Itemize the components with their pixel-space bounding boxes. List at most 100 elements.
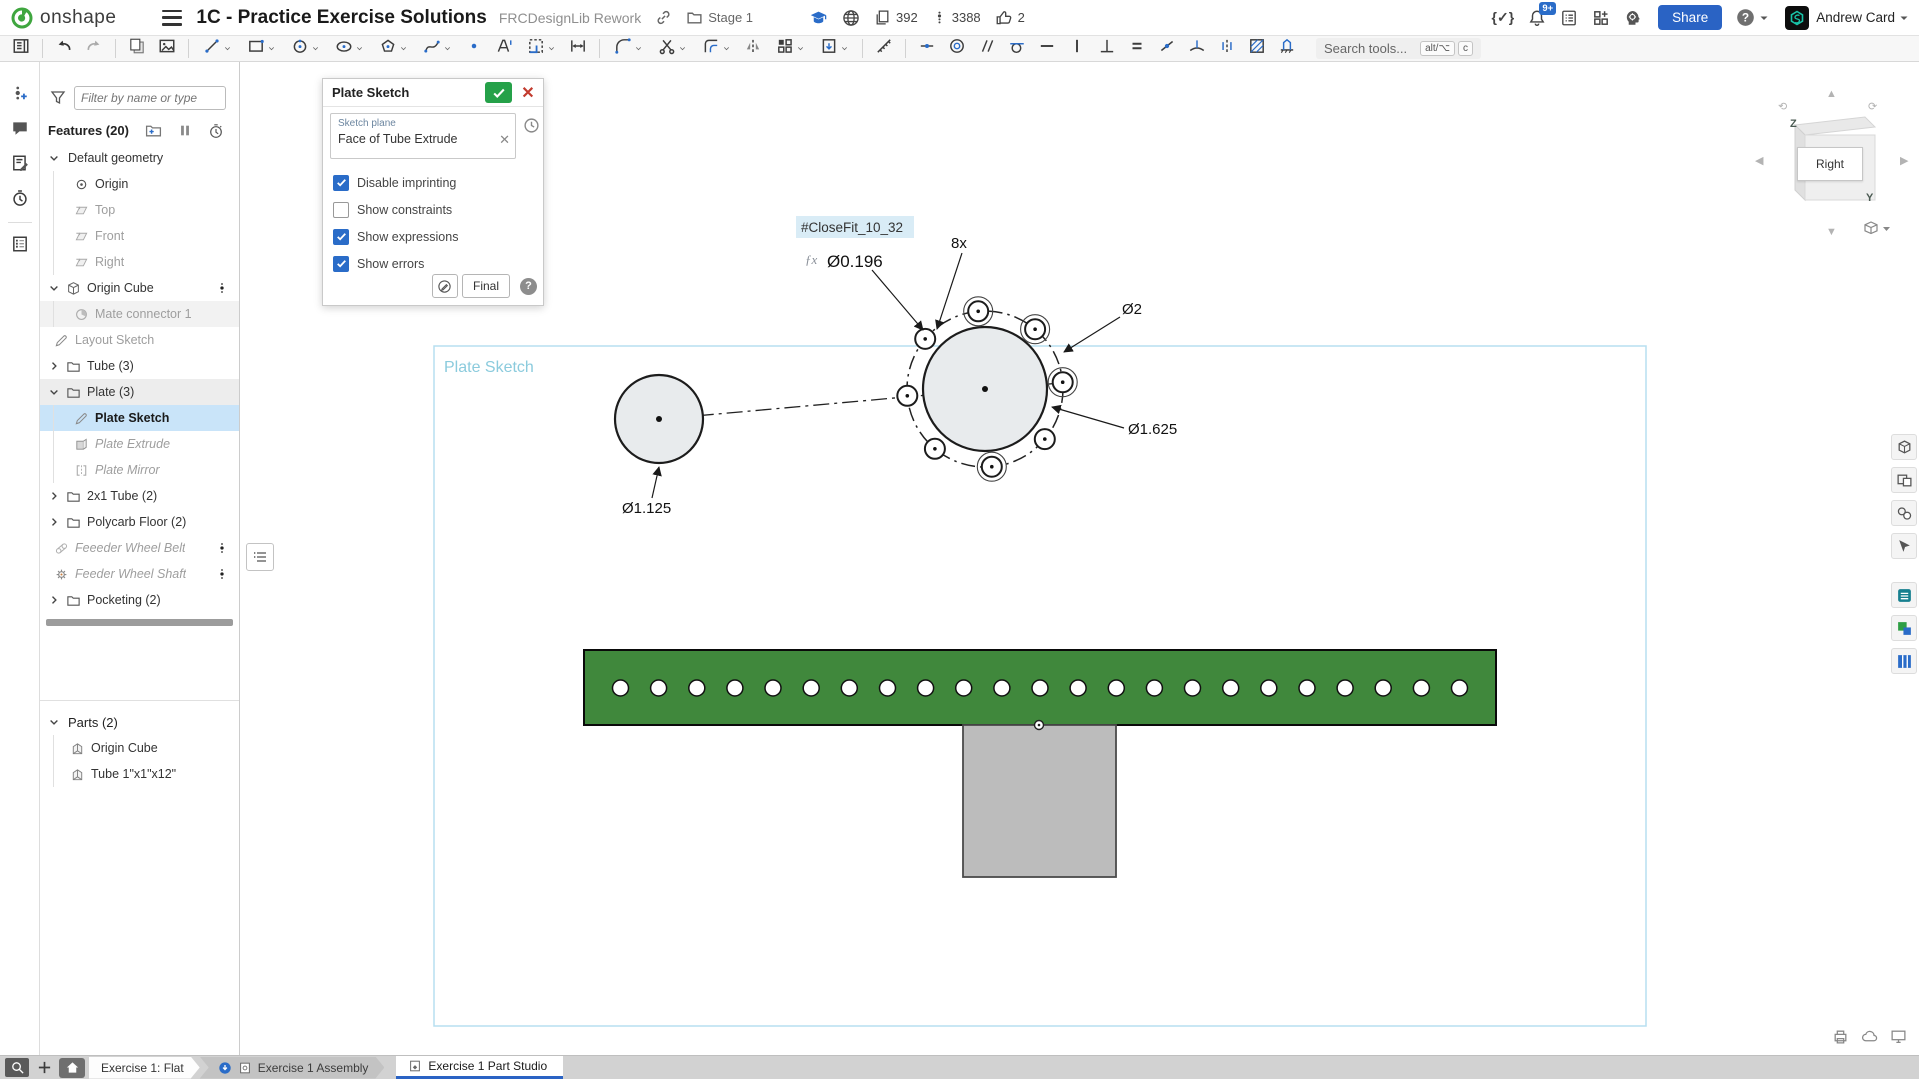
- plate-hole[interactable]: [841, 680, 857, 696]
- text-tool-button[interactable]: [490, 37, 518, 60]
- likes-icon[interactable]: [995, 9, 1013, 27]
- symmetric-tool-button[interactable]: [1213, 37, 1241, 60]
- plate-hole[interactable]: [689, 680, 705, 696]
- dropdown-caret-icon[interactable]: [722, 40, 731, 58]
- final-preview-icon[interactable]: [432, 274, 458, 298]
- help-caret-icon[interactable]: [1759, 13, 1769, 23]
- feature-row[interactable]: Top: [40, 197, 239, 223]
- clear-selection-icon[interactable]: ✕: [499, 132, 510, 148]
- plate-hole[interactable]: [1108, 680, 1124, 696]
- dropdown-caret-icon[interactable]: [223, 40, 232, 58]
- feature-row[interactable]: Origin Cube: [40, 275, 239, 301]
- plate-hole[interactable]: [1299, 680, 1315, 696]
- part-row[interactable]: Origin Cube: [40, 735, 239, 761]
- plate-hole[interactable]: [803, 680, 819, 696]
- dialog-help-icon[interactable]: ?: [520, 278, 537, 295]
- user-caret-icon[interactable]: [1899, 13, 1909, 23]
- fillet-tool-button[interactable]: [607, 37, 649, 60]
- chevron-down-icon[interactable]: [46, 386, 62, 398]
- sketch-plane-field[interactable]: Sketch plane Face of Tube Extrude ✕: [330, 113, 516, 159]
- dropdown-caret-icon[interactable]: [399, 40, 408, 58]
- feature-row[interactable]: Plate Mirror: [40, 457, 239, 483]
- midpoint-tool-button[interactable]: [1153, 37, 1181, 60]
- plate-hole[interactable]: [765, 680, 781, 696]
- rotate-right-arrow-icon[interactable]: ▶: [1900, 154, 1908, 167]
- dim-hole-diameter[interactable]: Ø0.196: [827, 252, 883, 271]
- document-title[interactable]: 1C - Practice Exercise Solutions: [196, 7, 486, 29]
- horizontal-tool-button[interactable]: [1033, 37, 1061, 60]
- plate-hole[interactable]: [613, 680, 629, 696]
- feature-list-flyout-handle[interactable]: [246, 543, 274, 571]
- undo-tool-button[interactable]: [50, 37, 78, 60]
- feature-menu-dots-icon[interactable]: [215, 281, 229, 295]
- final-button[interactable]: Final: [462, 274, 510, 298]
- rollback-bar[interactable]: [46, 619, 233, 626]
- dim-big-circle[interactable]: Ø1.625: [1128, 421, 1177, 438]
- sketch-region-label[interactable]: Plate Sketch: [444, 359, 534, 376]
- plate-hole[interactable]: [956, 680, 972, 696]
- dropdown-caret-icon[interactable]: [796, 40, 805, 58]
- pattern-tool-button[interactable]: [769, 37, 811, 60]
- dropdown-caret-icon[interactable]: [267, 40, 276, 58]
- checkbox-icon[interactable]: [333, 202, 349, 218]
- breadcrumb[interactable]: Stage 1: [708, 10, 753, 25]
- plate-hole[interactable]: [918, 680, 934, 696]
- plate-hole[interactable]: [1452, 680, 1468, 696]
- chevron-right-icon[interactable]: [46, 360, 62, 372]
- chevron-down-icon[interactable]: [46, 282, 62, 294]
- ellipse-tool-button[interactable]: [328, 37, 370, 60]
- filter-icon[interactable]: [50, 89, 66, 108]
- versions-icon[interactable]: {✓}: [1492, 9, 1515, 26]
- point-tool-button[interactable]: [460, 37, 488, 60]
- dropdown-caret-icon[interactable]: [634, 40, 643, 58]
- add-folder-icon[interactable]: [145, 122, 162, 139]
- view-cube[interactable]: Right Z Y ◀ ▶ ▲ ▼ ⟲ ⟳: [1750, 80, 1919, 250]
- onshape-logo-icon[interactable]: [10, 6, 34, 30]
- chevron-down-icon[interactable]: [46, 152, 62, 164]
- stopwatch-icon[interactable]: [208, 123, 224, 139]
- learning-center-icon[interactable]: [809, 8, 828, 27]
- spline-tool-button[interactable]: [416, 37, 458, 60]
- bom-icon[interactable]: [5, 229, 35, 259]
- plate-hole-group[interactable]: [613, 680, 1468, 696]
- dim-hole-count[interactable]: 8x: [951, 235, 967, 252]
- feature-row[interactable]: Feeeder Wheel Belt: [40, 535, 239, 561]
- home-tab-button[interactable]: [59, 1058, 85, 1078]
- hatch-tool-button[interactable]: [1243, 37, 1271, 60]
- annotation-icon[interactable]: [5, 148, 35, 178]
- public-globe-icon[interactable]: [842, 9, 860, 27]
- appearance-panel-icon[interactable]: [1891, 434, 1917, 460]
- feature-row[interactable]: Polycarb Floor (2): [40, 509, 239, 535]
- copy-tool-button[interactable]: [123, 37, 151, 60]
- dropdown-caret-icon[interactable]: [355, 40, 364, 58]
- main-menu-icon[interactable]: [162, 10, 182, 26]
- checkbox-disable-imprinting[interactable]: Disable imprinting: [333, 169, 458, 196]
- feature-row[interactable]: Layout Sketch: [40, 327, 239, 353]
- dropdown-caret-icon[interactable]: [443, 40, 452, 58]
- plate-hole[interactable]: [1337, 680, 1353, 696]
- feature-row[interactable]: 2x1 Tube (2): [40, 483, 239, 509]
- pause-icon[interactable]: [178, 123, 192, 138]
- user-name[interactable]: Andrew Card: [1816, 10, 1895, 25]
- uses-icon[interactable]: [932, 9, 947, 26]
- rotate-up-arrow-icon[interactable]: ▲: [1826, 88, 1837, 100]
- offset-tool-button[interactable]: [695, 37, 737, 60]
- concentric-tool-button[interactable]: [943, 37, 971, 60]
- plate-hole[interactable]: [1032, 680, 1048, 696]
- coincident-tool-button[interactable]: [913, 37, 941, 60]
- plate-hole[interactable]: [880, 680, 896, 696]
- plate-hole[interactable]: [994, 680, 1010, 696]
- checkbox-show-expressions[interactable]: Show expressions: [333, 223, 458, 250]
- share-button[interactable]: Share: [1658, 5, 1722, 30]
- ai-assistant-icon[interactable]: [1624, 9, 1642, 27]
- copies-icon[interactable]: [874, 9, 891, 26]
- document-tab[interactable]: Exercise 1 Part Studio: [396, 1056, 563, 1079]
- dim-small-circle[interactable]: Ø1.125: [622, 500, 671, 517]
- small-circle-center[interactable]: [656, 416, 662, 422]
- mirror-tool-button[interactable]: [739, 37, 767, 60]
- perpendicular-tool-button[interactable]: [1093, 37, 1121, 60]
- vertical-tool-button[interactable]: [1063, 37, 1091, 60]
- normal-tool-button[interactable]: [1183, 37, 1211, 60]
- part-row[interactable]: Tube 1"x1"x12": [40, 761, 239, 787]
- chevron-right-icon[interactable]: [46, 490, 62, 502]
